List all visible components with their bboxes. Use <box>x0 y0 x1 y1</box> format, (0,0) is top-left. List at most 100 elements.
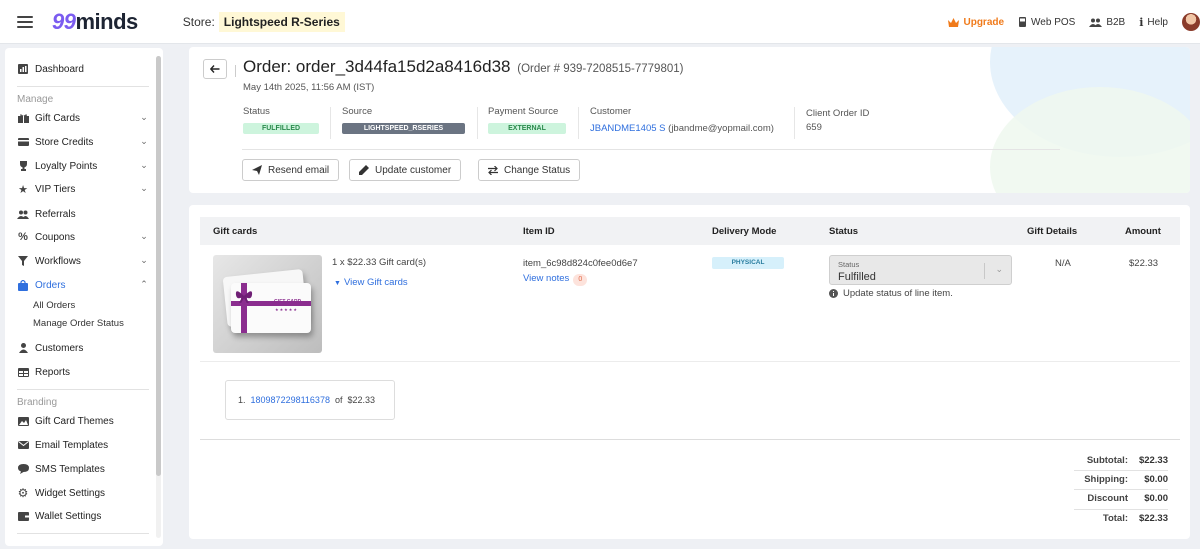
sidebar-item-label: Widget Settings <box>35 487 106 499</box>
update-customer-button[interactable]: Update customer <box>349 159 462 181</box>
sidebar-item-vip-tiers[interactable]: ★ VIP Tiers ⌄ <box>17 181 149 197</box>
column-header-gift-cards: Gift cards <box>213 226 258 237</box>
code-value: $22.33 <box>347 395 376 405</box>
total-label: Subtotal: <box>1086 455 1128 466</box>
line-item-status-select[interactable]: Status Fulfilled ⌄ <box>829 255 1012 285</box>
divider <box>477 107 478 139</box>
divider <box>1074 509 1168 510</box>
shipping-row: Shipping: $0.00 <box>1068 474 1168 485</box>
sidebar-item-orders[interactable]: Orders ⌃ <box>17 277 149 293</box>
chevron-down-icon: ⌄ <box>140 112 148 122</box>
b2b-label: B2B <box>1106 16 1126 28</box>
column-header-item-id: Item ID <box>523 226 555 237</box>
user-icon <box>17 342 29 354</box>
logo[interactable]: 99 minds <box>52 9 138 35</box>
sidebar-item-loyalty-points[interactable]: Loyalty Points ⌄ <box>17 158 149 174</box>
b2b-link[interactable]: B2B <box>1089 17 1125 28</box>
store-label: Store: <box>182 14 215 29</box>
chevron-down-icon: ⌄ <box>140 231 148 241</box>
button-label: Change Status <box>504 164 571 176</box>
gift-card-code-link[interactable]: 1809872298116378 <box>251 395 330 405</box>
view-notes: View notes 0 <box>523 273 588 286</box>
customer-link[interactable]: JBANDME1405 S <box>590 123 666 134</box>
back-button[interactable] <box>203 59 227 79</box>
column-header-delivery-mode: Delivery Mode <box>712 226 777 237</box>
sidebar-subitem-manage-order-status[interactable]: Manage Order Status <box>33 318 124 329</box>
sidebar-item-widget-settings[interactable]: ⚙ Widget Settings <box>17 485 149 501</box>
code-of: of <box>334 395 343 405</box>
notes-count-badge: 0 <box>573 274 588 286</box>
button-label: Update customer <box>375 164 452 176</box>
client-order-id-label: Client Order ID <box>806 108 870 119</box>
customer-email: (jbandme@yopmail.com) <box>668 123 774 134</box>
total-value: $0.00 <box>1144 493 1168 504</box>
meta-customer: Customer JBANDME1405 S (jbandme@yopmail.… <box>590 106 774 134</box>
sidebar-subitem-all-orders[interactable]: All Orders <box>33 300 75 311</box>
upgrade-link[interactable]: Upgrade <box>948 17 1004 28</box>
sidebar-item-referrals[interactable]: Referrals <box>17 206 149 222</box>
sidebar-item-label: Store Credits <box>35 136 94 148</box>
status-hint-text: Update status of line item. <box>843 288 953 299</box>
pencil-icon <box>359 165 369 175</box>
sidebar-item-gift-cards[interactable]: Gift Cards ⌄ <box>17 110 149 126</box>
sidebar-item-label: Email Templates <box>35 439 109 451</box>
menu-icon[interactable] <box>17 15 33 28</box>
meta-client-order-id: Client Order ID 659 <box>806 108 869 133</box>
info-icon <box>829 289 838 298</box>
avatar[interactable] <box>1182 13 1200 31</box>
discount-row: Discount $0.00 <box>1068 493 1168 504</box>
logo-number: 99 <box>52 8 76 34</box>
total-value: $22.33 <box>1138 513 1168 524</box>
divider <box>235 65 236 77</box>
view-gift-cards-label: View Gift cards <box>343 277 408 288</box>
gear-icon: ⚙ <box>17 486 29 500</box>
view-notes-link[interactable]: View notes <box>523 273 569 284</box>
sidebar-item-coupons[interactable]: % Coupons ⌄ <box>17 229 149 245</box>
table-icon <box>17 366 29 378</box>
resend-email-button[interactable]: Resend email <box>242 159 340 181</box>
webpos-label: Web POS <box>1031 16 1076 28</box>
star-icon: ★ <box>18 183 28 196</box>
sidebar-item-store-credits[interactable]: Store Credits ⌄ <box>17 134 149 150</box>
gift-card-code-row: 1. 1809872298116378 of $22.33 <box>238 395 375 405</box>
card-image-text: GIFT CARD <box>274 299 302 305</box>
top-bar: 99 minds Store: Lightspeed R-Series Upgra… <box>0 0 1200 44</box>
item-amount: $22.33 <box>1129 258 1159 269</box>
sidebar-item-label: Orders <box>35 279 66 291</box>
webpos-link[interactable]: Web POS <box>1018 17 1075 28</box>
chevron-down-icon: ⌄ <box>140 136 148 146</box>
credit-card-icon <box>17 136 29 148</box>
select-value: Fulfilled <box>838 271 876 283</box>
status-badge: FULFILLED <box>243 123 319 134</box>
chevron-down-icon: ⌄ <box>140 183 148 193</box>
button-label: Resend email <box>268 164 330 176</box>
quantity-description: 1 x $22.33 Gift card(s) <box>332 257 426 268</box>
crown-icon <box>948 17 960 27</box>
total-value: $0.00 <box>1144 474 1168 485</box>
sidebar-item-reports[interactable]: Reports <box>17 364 149 380</box>
sidebar-item-sms-templates[interactable]: SMS Templates <box>17 461 149 477</box>
help-link[interactable]: i Help <box>1139 16 1168 29</box>
chevron-up-icon: ⌃ <box>140 279 148 289</box>
sidebar-item-label: Gift Card Themes <box>35 415 114 427</box>
store-selector[interactable]: Store: Lightspeed R-Series <box>182 11 345 32</box>
view-gift-cards-link[interactable]: ▼ View Gift cards <box>334 277 408 288</box>
change-status-button[interactable]: Change Status <box>478 159 581 181</box>
divider <box>578 107 579 139</box>
sidebar-item-wallet-settings[interactable]: Wallet Settings <box>17 508 149 524</box>
sidebar-item-customers[interactable]: Customers <box>17 340 149 356</box>
client-order-id-value: 659 <box>806 122 822 133</box>
sidebar-item-workflows[interactable]: Workflows ⌄ <box>17 253 149 269</box>
scrollbar-thumb[interactable] <box>156 56 161 476</box>
shopping-bag-icon <box>17 279 29 291</box>
section-branding: Branding <box>17 397 58 408</box>
sidebar-item-label: Dashboard <box>35 63 84 75</box>
divider <box>17 533 149 534</box>
card-image-stars: ★★★★★ <box>275 307 298 312</box>
sidebar-item-gift-card-themes[interactable]: Gift Card Themes <box>17 413 149 429</box>
sidebar-item-dashboard[interactable]: Dashboard <box>17 61 149 77</box>
sidebar-item-email-templates[interactable]: Email Templates <box>17 437 149 453</box>
subtotal-row: Subtotal: $22.33 <box>1068 455 1168 466</box>
arrow-left-icon <box>210 65 220 73</box>
total-label: Total: <box>1102 513 1128 524</box>
